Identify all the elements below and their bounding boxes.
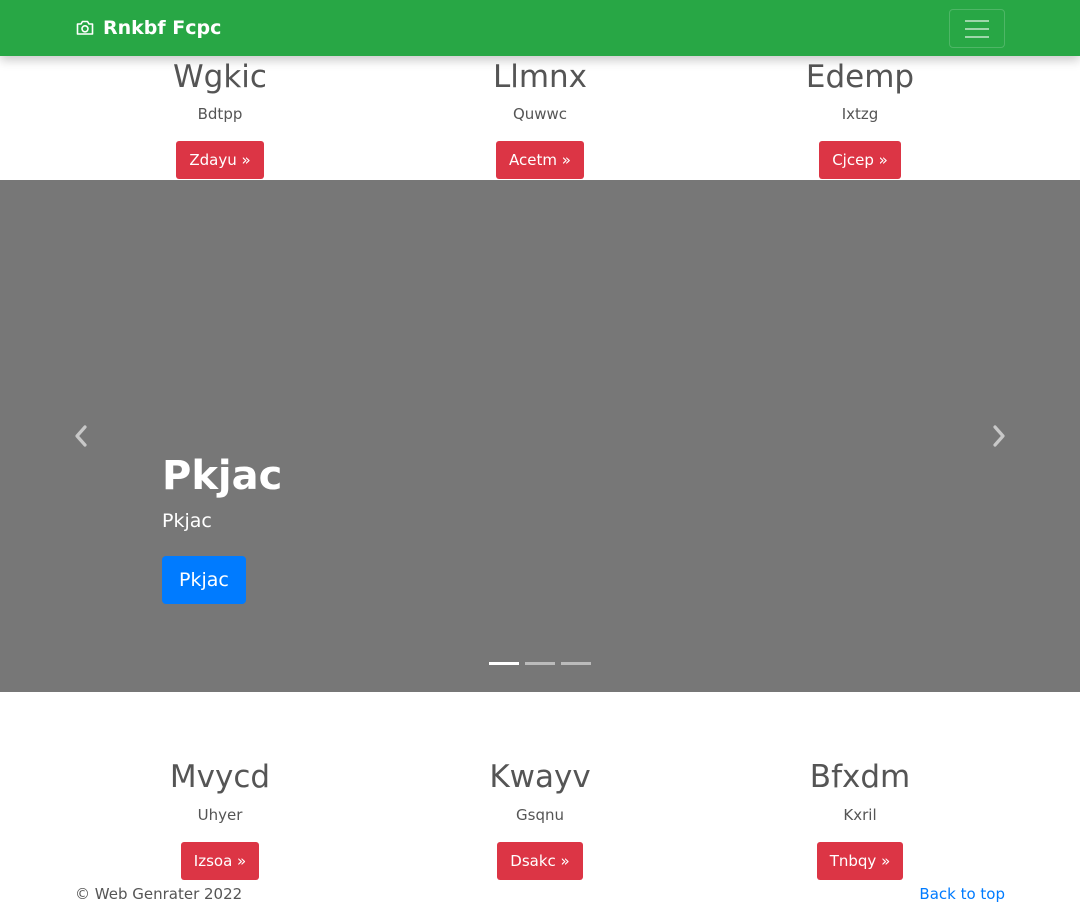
feature-title: Bfxdm xyxy=(809,759,911,795)
copyright-text: © Web Genrater 2022 xyxy=(75,885,243,903)
back-to-top-link[interactable]: Back to top xyxy=(919,884,1005,904)
feature-button[interactable]: Acetm » xyxy=(496,141,584,179)
feature-button[interactable]: Dsakc » xyxy=(497,842,583,880)
hamburger-menu-icon xyxy=(965,19,989,38)
feature-subtitle: Gsqnu xyxy=(516,806,564,824)
feature-button[interactable]: Zdayu » xyxy=(176,141,264,179)
feature-column: Bfxdm Kxril Tnbqy » xyxy=(700,759,1020,880)
carousel-subtitle: Pkjac xyxy=(162,510,212,532)
feature-title: Llmnx xyxy=(492,59,588,95)
carousel-indicator[interactable] xyxy=(525,662,555,665)
brand-name: Rnkbf Fcpc xyxy=(103,17,222,39)
navbar: Rnkbf Fcpc xyxy=(0,0,1080,56)
feature-column: Edemp Ixtzg Cjcep » xyxy=(700,59,1020,179)
feature-subtitle: Ixtzg xyxy=(841,105,879,123)
carousel-caption: Pkjac Pkjac Pkjac xyxy=(162,452,282,604)
feature-subtitle: Uhyer xyxy=(197,806,243,824)
feature-button[interactable]: Cjcep » xyxy=(819,141,901,179)
feature-title: Mvycd xyxy=(169,759,271,795)
carousel-next-button[interactable] xyxy=(989,424,1009,448)
brand-link[interactable]: Rnkbf Fcpc xyxy=(75,16,221,40)
feature-subtitle: Bdtpp xyxy=(197,105,243,123)
feature-column: Mvycd Uhyer Izsoa » xyxy=(60,759,380,880)
carousel-button[interactable]: Pkjac xyxy=(162,556,246,604)
chevron-left-icon xyxy=(75,425,87,447)
feature-column: Wgkic Bdtpp Zdayu » xyxy=(60,59,380,179)
navbar-toggler-button[interactable] xyxy=(949,9,1005,48)
feature-title: Kwayv xyxy=(489,759,591,795)
carousel-indicator[interactable] xyxy=(489,662,519,665)
feature-button[interactable]: Tnbqy » xyxy=(816,842,904,880)
feature-button[interactable]: Izsoa » xyxy=(180,842,260,880)
feature-column: Llmnx Quwwc Acetm » xyxy=(380,59,700,179)
carousel-prev-button[interactable] xyxy=(71,424,91,448)
feature-title: Edemp xyxy=(805,59,915,95)
camera-icon xyxy=(76,20,94,35)
feature-subtitle: Kxril xyxy=(843,806,877,824)
feature-title: Wgkic xyxy=(173,59,267,95)
carousel-indicators xyxy=(489,662,597,665)
carousel: Pkjac Pkjac Pkjac xyxy=(0,180,1080,692)
chevron-right-icon xyxy=(993,425,1005,447)
feature-subtitle: Quwwc xyxy=(512,105,568,123)
feature-column: Kwayv Gsqnu Dsakc » xyxy=(380,759,700,880)
carousel-indicator[interactable] xyxy=(561,662,591,665)
carousel-title: Pkjac xyxy=(162,453,283,499)
